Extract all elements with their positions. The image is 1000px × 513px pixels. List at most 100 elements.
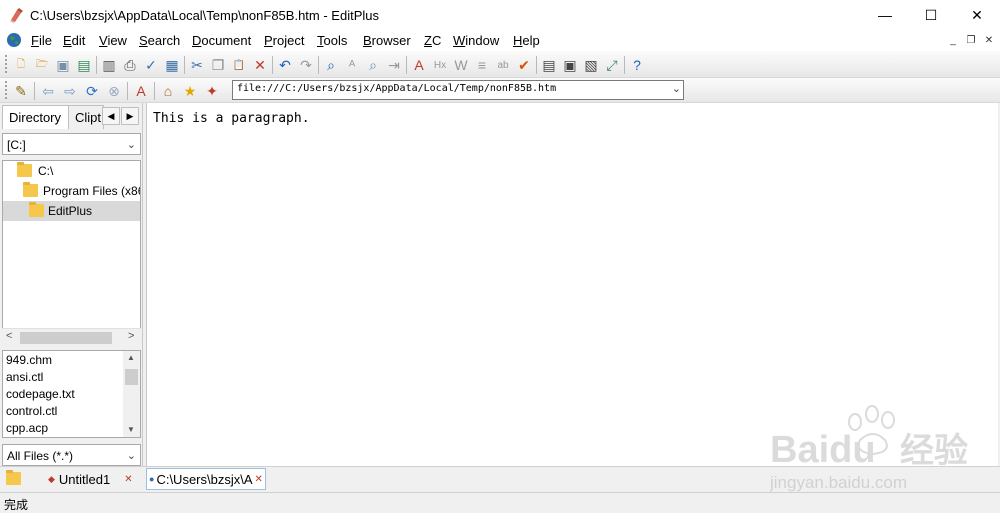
minimize-button[interactable]: —: [862, 0, 908, 30]
output-window-icon[interactable]: ▣: [561, 56, 579, 74]
drive-select[interactable]: [C:] ⌄: [2, 133, 141, 155]
cliptext-icon[interactable]: ▧: [582, 56, 600, 74]
list-item[interactable]: control.ctl: [6, 404, 57, 418]
baidu-watermark-logo: Baidu 经验 jingyan.baidu.com: [769, 405, 968, 492]
ruler-icon[interactable]: ≡: [473, 56, 491, 74]
file-filter-select[interactable]: All Files (*.*) ⌄: [2, 444, 141, 466]
browser-icon[interactable]: ▦: [163, 56, 181, 74]
word-wrap-icon[interactable]: W: [452, 56, 470, 74]
scrollbar-thumb[interactable]: [125, 369, 138, 385]
menu-edit[interactable]: Edit: [63, 33, 85, 48]
menu-label: elp: [522, 33, 540, 48]
menu-window[interactable]: Window: [453, 33, 499, 48]
directory-window-icon[interactable]: ▤: [540, 56, 558, 74]
help-icon[interactable]: ?: [628, 56, 646, 74]
menu-browser[interactable]: Browser: [363, 33, 411, 48]
menu-search[interactable]: Search: [139, 33, 180, 48]
scroll-down-icon[interactable]: ▼: [127, 425, 135, 434]
menu-tools[interactable]: Tools: [317, 33, 347, 48]
tab-scroll-right-button[interactable]: ▶: [121, 107, 139, 125]
doc-tab-nonf85b[interactable]: ● C:\Users\bzsjx\A ✕: [146, 468, 266, 490]
mdi-restore-button[interactable]: ❐: [962, 32, 980, 49]
new-file-icon[interactable]: 🗋: [12, 56, 30, 74]
redo-icon[interactable]: ↷: [297, 56, 315, 74]
tab-directory[interactable]: Directory: [2, 105, 69, 129]
home-icon[interactable]: ⌂: [159, 82, 177, 100]
refresh-icon[interactable]: ⟳: [83, 82, 101, 100]
address-bar[interactable]: file:///C:/Users/bzsjx/AppData/Local/Tem…: [232, 80, 684, 100]
chevron-down-icon[interactable]: ⌄: [127, 449, 136, 462]
paste-icon[interactable]: 📋: [230, 56, 248, 74]
mdi-close-button[interactable]: ✕: [980, 32, 998, 49]
mdi-minimize-button[interactable]: _: [944, 32, 962, 49]
copy-icon[interactable]: ❐: [209, 56, 227, 74]
open-folder-icon[interactable]: 🗁: [33, 56, 51, 74]
check-icon[interactable]: ✔: [515, 56, 533, 74]
edit-pencil-icon[interactable]: ✎: [12, 82, 30, 100]
toolbar-grip[interactable]: [4, 54, 8, 74]
cut-icon[interactable]: ✂: [188, 56, 206, 74]
menu-view[interactable]: View: [99, 33, 127, 48]
save-all-icon[interactable]: ▤: [75, 56, 93, 74]
hx-icon[interactable]: Hx: [431, 56, 449, 74]
menu-label: ile: [38, 33, 52, 48]
stop-icon[interactable]: ⊗: [105, 82, 123, 100]
menu-zc[interactable]: ZC: [424, 33, 441, 48]
list-item[interactable]: ansi.ctl: [6, 370, 43, 384]
favorites-icon[interactable]: ★: [181, 82, 199, 100]
fullscreen-icon[interactable]: ⤢: [603, 56, 621, 74]
main-toolbar: 🗋 🗁 ▣ ▤ ▥ ⎙ ✓ ▦ ✂ ❐ 📋 ✕ ↶ ↷ ⌕ ᴬ ⌕ ⇥ A Hx W ≡ ab ✔ ▤ ▣ ▧ ⤢?: [0, 51, 1000, 78]
spell-check-icon[interactable]: ✓: [142, 56, 160, 74]
tab-scroll-left-button[interactable]: ◀: [102, 107, 120, 125]
tree-label: C:\: [38, 164, 54, 178]
menu-file[interactable]: File: [31, 33, 52, 48]
menu-document[interactable]: Document: [192, 33, 251, 48]
tree-horizontal-scrollbar[interactable]: < >: [2, 328, 141, 345]
delete-icon[interactable]: ✕: [251, 56, 269, 74]
tools-icon[interactable]: ✦: [203, 82, 221, 100]
find-icon[interactable]: ⌕: [322, 56, 340, 74]
toolbar-grip[interactable]: [4, 80, 8, 100]
list-item[interactable]: cpp.acp: [6, 421, 48, 435]
tree-item-program-files[interactable]: Program Files (x86): [3, 181, 140, 201]
list-item[interactable]: 949.chm: [6, 353, 52, 367]
chevron-down-icon[interactable]: ⌄: [127, 138, 136, 151]
print-icon[interactable]: ⎙: [121, 56, 139, 74]
undo-icon[interactable]: ↶: [276, 56, 294, 74]
scroll-up-icon[interactable]: ▲: [127, 353, 135, 362]
scroll-left-icon[interactable]: <: [6, 330, 12, 342]
close-tab-icon[interactable]: ✕: [255, 474, 263, 485]
globe-icon[interactable]: [6, 32, 22, 48]
font-icon[interactable]: A: [410, 56, 428, 74]
find-in-files-icon[interactable]: ⌕: [364, 56, 382, 74]
scroll-right-icon[interactable]: >: [128, 330, 134, 342]
address-dropdown-icon[interactable]: ⌄: [672, 82, 681, 95]
doc-tab-untitled1[interactable]: ◆ Untitled1 ✕: [48, 468, 133, 490]
menu-help[interactable]: Help: [513, 33, 540, 48]
address-input[interactable]: file:///C:/Users/bzsjx/AppData/Local/Tem…: [237, 83, 556, 94]
tab-cliptext[interactable]: Clipt: [68, 105, 104, 129]
file-list: 949.chm ansi.ctl codepage.txt control.ct…: [2, 350, 141, 438]
replace-icon[interactable]: ᴬ: [343, 56, 361, 74]
goto-line-icon[interactable]: ⇥: [385, 56, 403, 74]
tree-item-c-drive[interactable]: C:\: [3, 161, 140, 181]
toolbar-separator: [96, 56, 97, 74]
menu-project[interactable]: Project: [264, 33, 304, 48]
close-tab-icon[interactable]: ✕: [124, 474, 132, 485]
print-preview-icon[interactable]: ▥: [100, 56, 118, 74]
abc-icon[interactable]: ab: [494, 56, 512, 74]
editor-text[interactable]: This is a paragraph.: [153, 111, 310, 126]
close-button[interactable]: ✕: [954, 0, 1000, 30]
tree-item-editplus[interactable]: EditPlus: [3, 201, 140, 221]
forward-icon[interactable]: ⇨: [61, 82, 79, 100]
editplus-app-icon[interactable]: [8, 7, 24, 23]
list-item[interactable]: codepage.txt: [6, 387, 75, 401]
toolbar-separator: [34, 82, 35, 100]
scrollbar-thumb[interactable]: [20, 332, 112, 344]
save-icon[interactable]: ▣: [54, 56, 72, 74]
file-list-vertical-scrollbar[interactable]: ▲ ▼: [123, 351, 140, 437]
maximize-button[interactable]: ☐: [908, 0, 954, 30]
pdf-icon[interactable]: A: [132, 82, 150, 100]
folder-icon[interactable]: [6, 470, 21, 485]
back-icon[interactable]: ⇦: [39, 82, 57, 100]
